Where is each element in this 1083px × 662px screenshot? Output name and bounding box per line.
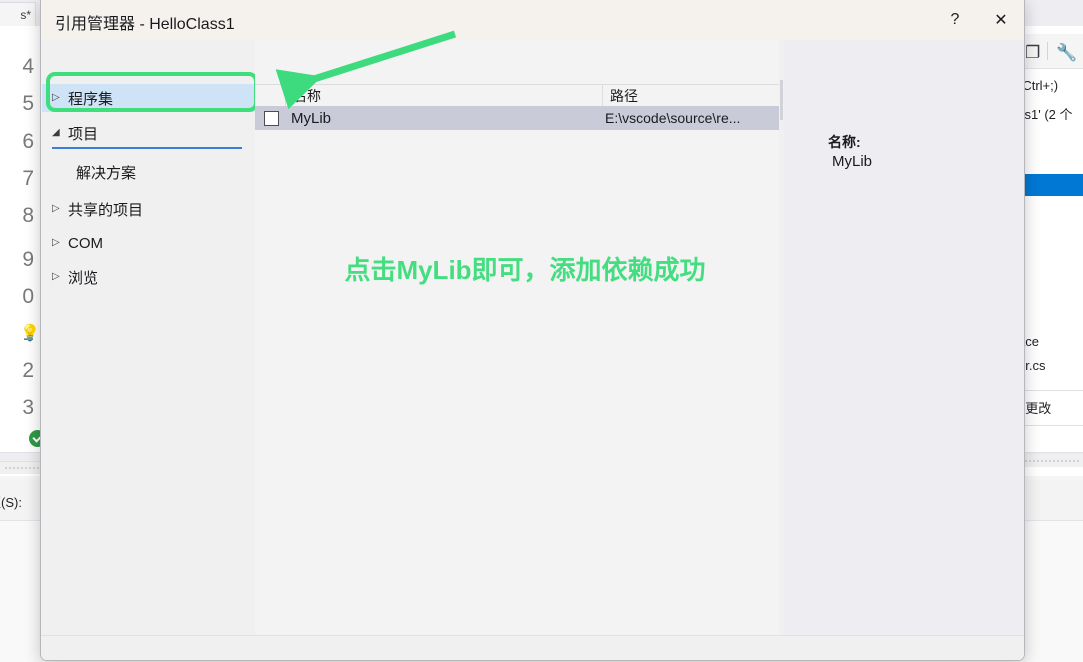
dialog-body: ▷ 程序集 ◢ 项目 解决方案 ▷ 共享的项目 ▷ COM ▷ 浏览 搜索(Ct… bbox=[41, 40, 1024, 660]
line-number: 0 bbox=[22, 285, 34, 308]
sidebar-item-assemblies[interactable]: ▷ 程序集 bbox=[42, 84, 255, 112]
sidebar-item-label: 程序集 bbox=[68, 90, 114, 108]
sidebar-item-com[interactable]: ▷ COM bbox=[42, 229, 255, 257]
line-number: 8 bbox=[22, 204, 34, 227]
solution-divider bbox=[1020, 390, 1083, 391]
editor-tab[interactable]: s* bbox=[0, 2, 36, 26]
dialog-button-bar: 浏览(B)... 确定 取消 bbox=[41, 635, 1024, 660]
row-path: E:\vscode\source\re... bbox=[605, 110, 741, 126]
help-button[interactable]: ? bbox=[932, 0, 978, 40]
reference-manager-dialog: 引用管理器 - HelloClass1 ? ✕ ▷ 程序集 ◢ 项目 解决方案 … bbox=[40, 0, 1025, 661]
sidebar-item-label: 解决方案 bbox=[76, 164, 137, 182]
toolbar-divider bbox=[1047, 42, 1048, 60]
category-sidebar: ▷ 程序集 ◢ 项目 解决方案 ▷ 共享的项目 ▷ COM ▷ 浏览 bbox=[42, 40, 258, 660]
line-number: 3 bbox=[22, 396, 34, 419]
sidebar-item-projects[interactable]: ◢ 项目 bbox=[42, 119, 255, 147]
close-button[interactable]: ✕ bbox=[978, 0, 1024, 40]
table-row[interactable]: MyLib E:\vscode\source\re... bbox=[255, 106, 779, 130]
windows-icon[interactable]: ❐ bbox=[1025, 43, 1040, 63]
reference-list-pane: ⚲ ▼ 名称 路径 MyLib E:\vscode\source\re... 点… bbox=[255, 40, 1010, 660]
list-empty-area bbox=[255, 130, 779, 660]
column-header-name[interactable]: 名称 bbox=[286, 85, 602, 107]
sidebar-item-shared-projects[interactable]: ▷ 共享的项目 bbox=[42, 195, 255, 223]
status-label: 更(S): bbox=[0, 495, 22, 510]
sidebar-item-solution[interactable]: 解决方案 bbox=[42, 158, 255, 186]
solution-selected-node[interactable] bbox=[1020, 174, 1083, 196]
splitter-grip-icon[interactable] bbox=[780, 80, 783, 120]
search-row bbox=[255, 40, 779, 84]
sidebar-item-label: 共享的项目 bbox=[68, 201, 144, 219]
dialog-title: 引用管理器 - HelloClass1 bbox=[55, 16, 235, 33]
row-checkbox[interactable] bbox=[264, 110, 279, 126]
solution-divider bbox=[1020, 425, 1083, 426]
list-column-header: 名称 路径 bbox=[255, 84, 779, 108]
line-number: 9 bbox=[22, 248, 34, 271]
details-name-label: 名称: bbox=[828, 134, 861, 150]
instruction-annotation: 点击MyLib即可，添加依赖成功 bbox=[344, 255, 706, 285]
dialog-title-bar: 引用管理器 - HelloClass1 ? ✕ bbox=[41, 0, 1024, 40]
wrench-icon[interactable]: 🔧 bbox=[1056, 43, 1077, 63]
sidebar-item-browse[interactable]: ▷ 浏览 bbox=[42, 263, 255, 291]
lightbulb-icon[interactable]: 💡 bbox=[20, 323, 40, 343]
line-number: 2 bbox=[22, 359, 34, 382]
line-number: 6 bbox=[22, 130, 34, 153]
solution-scrollbar-grip-icon bbox=[1024, 459, 1080, 464]
chevron-right-icon: ▷ bbox=[52, 271, 60, 282]
sidebar-item-label: COM bbox=[68, 234, 103, 252]
chevron-right-icon: ▷ bbox=[52, 203, 60, 214]
sidebar-item-label: 浏览 bbox=[68, 269, 99, 287]
line-number: 5 bbox=[22, 92, 34, 115]
row-name: MyLib bbox=[291, 109, 332, 127]
line-number: 7 bbox=[22, 167, 34, 190]
sidebar-item-label: 项目 bbox=[68, 125, 99, 143]
sidebar-active-underline bbox=[52, 147, 242, 149]
solution-node-fragment: ss1' (2 个 bbox=[1018, 107, 1073, 122]
title-bar-buttons: ? ✕ bbox=[932, 0, 1024, 40]
details-pane: 名称: MyLib bbox=[784, 40, 1024, 660]
line-number: 4 bbox=[22, 55, 34, 78]
chevron-right-icon: ▷ bbox=[52, 92, 60, 103]
details-name-value: MyLib bbox=[832, 153, 873, 170]
chevron-down-icon: ◢ bbox=[52, 127, 60, 138]
column-header-path[interactable]: 路径 bbox=[603, 85, 779, 107]
chevron-right-icon: ▷ bbox=[52, 237, 60, 248]
